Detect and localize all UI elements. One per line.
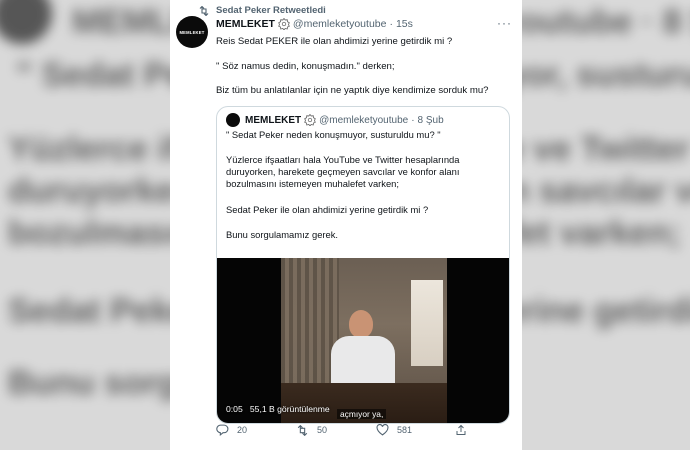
- tweet-timestamp[interactable]: 15s: [396, 18, 413, 30]
- video-person-head: [349, 310, 373, 338]
- video-frame: [281, 258, 447, 423]
- verified-badge-icon: [304, 113, 316, 127]
- quoted-author-name[interactable]: MEMLEKET: [245, 115, 301, 126]
- share-button[interactable]: [455, 424, 467, 436]
- more-options-icon[interactable]: ···: [497, 16, 512, 30]
- like-button[interactable]: 581: [376, 424, 412, 436]
- quoted-paragraph: " Sedat Peker neden konuşmuyor, susturul…: [226, 129, 441, 140]
- tweet-paragraph: " Söz namus dedin, konuşmadın." derken;: [216, 61, 395, 72]
- video-timecode: 0:05: [226, 404, 243, 414]
- quoted-paragraph: Yüzlerce ifşaatları hala YouTube ve Twit…: [226, 154, 460, 190]
- heart-icon: [376, 424, 389, 436]
- separator-dot: ·: [411, 114, 415, 126]
- video-caption: açmıyor ya,: [337, 409, 387, 419]
- video-window: [411, 280, 443, 366]
- verified-badge-icon: [278, 17, 290, 31]
- separator-dot: ·: [389, 18, 393, 30]
- reply-icon: [216, 424, 229, 436]
- tweet-paragraph: Biz tüm bu anlatılanlar için ne yaptık d…: [216, 85, 489, 96]
- quoted-tweet[interactable]: MEMLEKET @memleketyoutube · 8 Şub " Seda…: [216, 106, 510, 424]
- avatar-text: MEMLEKET: [179, 29, 205, 35]
- quoted-tweet-header: MEMLEKET @memleketyoutube · 8 Şub: [226, 113, 444, 127]
- avatar[interactable]: MEMLEKET: [176, 16, 208, 48]
- retweet-count: 50: [317, 425, 328, 435]
- share-icon: [455, 424, 467, 436]
- retweet-context[interactable]: Sedat Peker Retweetledi: [198, 5, 326, 16]
- quoted-author-handle[interactable]: @memleketyoutube: [319, 115, 408, 126]
- tweet-paragraph: Reis Sedat PEKER ile olan ahdimizi yerin…: [216, 36, 453, 47]
- retweet-button[interactable]: 50: [296, 424, 328, 436]
- quoted-tweet-date[interactable]: 8 Şub: [418, 115, 444, 126]
- like-count: 581: [397, 425, 413, 435]
- background-avatar: [0, 0, 52, 44]
- video-status: 0:05 55,1 B görüntülenme: [226, 404, 330, 414]
- author-handle[interactable]: @memleketyoutube: [293, 18, 387, 30]
- quoted-avatar[interactable]: [226, 113, 240, 127]
- tweet-card[interactable]: Sedat Peker Retweetledi MEMLEKET MEMLEKE…: [170, 0, 522, 450]
- quoted-paragraph: Sedat Peker ile olan ahdimizi yerine get…: [226, 204, 429, 215]
- reply-button[interactable]: 20: [216, 424, 247, 436]
- video-player[interactable]: 0:05 55,1 B görüntülenme açmıyor ya,: [217, 258, 509, 423]
- reply-count: 20: [237, 425, 248, 435]
- quoted-paragraph: Bunu sorgulamamız gerek.: [226, 229, 339, 240]
- retweet-icon: [198, 5, 210, 16]
- retweet-icon: [296, 424, 309, 436]
- video-view-count: 55,1 B görüntülenme: [249, 404, 330, 414]
- tweet-header: MEMLEKET @memleketyoutube · 15s: [216, 17, 512, 31]
- retweet-label: Sedat Peker Retweetledi: [216, 5, 326, 16]
- author-name[interactable]: MEMLEKET: [216, 18, 275, 30]
